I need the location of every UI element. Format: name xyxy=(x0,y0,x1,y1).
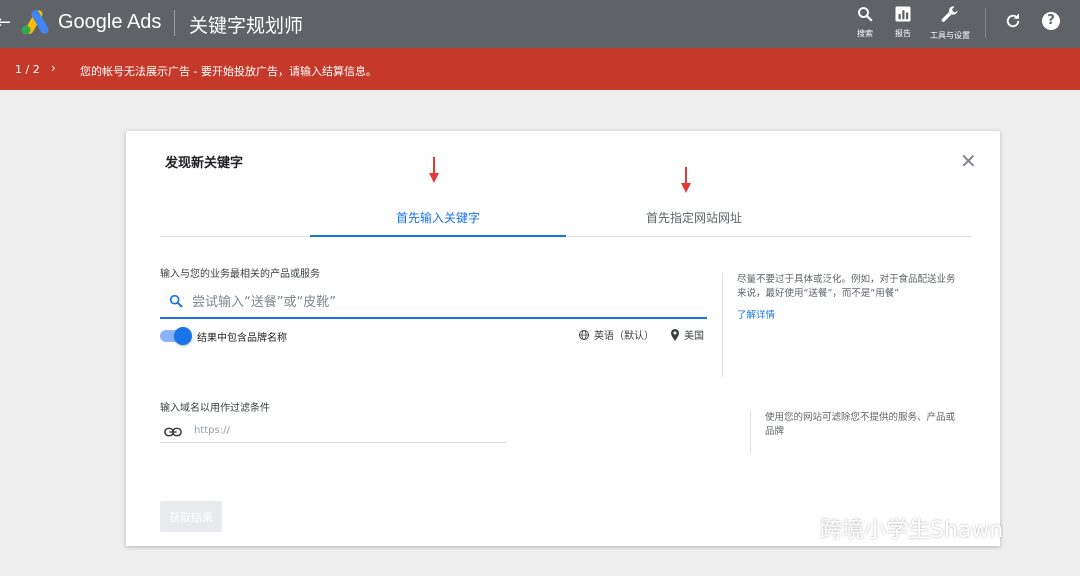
search-tool-button[interactable]: 搜索 xyxy=(853,5,877,38)
get-results-button[interactable]: 获取结果 xyxy=(160,501,222,532)
alert-counter: 1 / 2 xyxy=(15,63,40,76)
keyword-search-box xyxy=(160,287,707,319)
tools-settings-label: 工具与设置 xyxy=(930,31,970,40)
toggle-knob xyxy=(174,327,192,345)
help-icon[interactable]: ? xyxy=(1042,12,1060,30)
tools-settings-button[interactable]: 工具与设置 xyxy=(930,5,970,40)
location-pin-icon xyxy=(671,328,679,341)
tab-start-with-keywords[interactable]: 首先输入关键字 xyxy=(310,209,566,237)
wrench-icon xyxy=(941,6,958,22)
language-selector[interactable]: 英语（默认） xyxy=(578,327,654,342)
brand-names-toggle-label: 结果中包含品牌名称 xyxy=(197,333,287,344)
discover-keywords-dialog: 发现新关键字 ✕ 首先输入关键字 首先指定网站网址 输入与您的业务最相关的产品或… xyxy=(126,131,1000,546)
brand-name: Google Ads xyxy=(58,11,162,33)
brand-names-toggle[interactable] xyxy=(160,327,192,345)
annotation-arrow-icon xyxy=(429,157,439,183)
top-app-bar: ← Google Ads 关键字规划师 搜索 报告 工具与设置 ? xyxy=(0,0,1080,48)
annotation-arrow-icon xyxy=(681,167,691,193)
learn-more-link[interactable]: 了解详情 xyxy=(737,309,958,323)
back-arrow-icon[interactable]: ← xyxy=(0,12,11,33)
refresh-icon[interactable] xyxy=(1004,12,1022,34)
language-value: 英语（默认） xyxy=(594,331,654,342)
watermark: 跨境小学生Shawn xyxy=(780,512,1003,544)
google-ads-logo-icon xyxy=(20,9,50,39)
domain-filter-label: 输入域名以用作过滤条件 xyxy=(160,403,270,414)
wechat-icon xyxy=(780,514,813,540)
search-icon xyxy=(858,7,873,22)
search-icon xyxy=(168,293,184,313)
domain-filter-box xyxy=(160,417,506,443)
billing-alert-bar: 1 / 2 › 您的帐号无法展示广告 - 要开始投放广告，请输入结算信息。 xyxy=(0,48,1080,90)
reports-tool-label: 报告 xyxy=(895,29,911,38)
toolbar-divider xyxy=(985,8,986,38)
mode-tabs: 首先输入关键字 首先指定网站网址 xyxy=(160,201,971,237)
title-divider xyxy=(174,10,175,36)
search-tool-label: 搜索 xyxy=(857,29,873,38)
location-selector[interactable]: 美国 xyxy=(670,327,704,342)
reports-icon xyxy=(895,6,911,22)
close-icon[interactable]: ✕ xyxy=(960,149,977,173)
next-alert-chevron-icon[interactable]: › xyxy=(51,61,56,75)
product-title: 关键字规划师 xyxy=(189,15,304,37)
reports-tool-button[interactable]: 报告 xyxy=(891,5,915,38)
watermark-text: 跨境小学生Shawn xyxy=(820,518,1004,543)
keyword-tip-panel: 尽量不要过于具体或泛化。例如，对于食品配送业务来说，最好使用“送餐”，而不是“用… xyxy=(722,273,958,377)
tab-start-with-website[interactable]: 首先指定网站网址 xyxy=(566,209,822,237)
keyword-input-label: 输入与您的业务最相关的产品或服务 xyxy=(160,269,320,280)
keyword-tip-text: 尽量不要过于具体或泛化。例如，对于食品配送业务来说，最好使用“送餐”，而不是“用… xyxy=(737,274,956,299)
dialog-title: 发现新关键字 xyxy=(165,156,244,171)
alert-message: 您的帐号无法展示广告 - 要开始投放广告，请输入结算信息。 xyxy=(80,65,377,78)
domain-tip-text: 使用您的网站可滤除您不提供的服务、产品或品牌 xyxy=(750,411,960,453)
location-value: 美国 xyxy=(684,331,704,342)
domain-filter-input[interactable] xyxy=(194,421,494,439)
link-icon xyxy=(164,423,182,442)
keyword-search-input[interactable] xyxy=(192,291,692,313)
globe-icon xyxy=(579,329,589,340)
